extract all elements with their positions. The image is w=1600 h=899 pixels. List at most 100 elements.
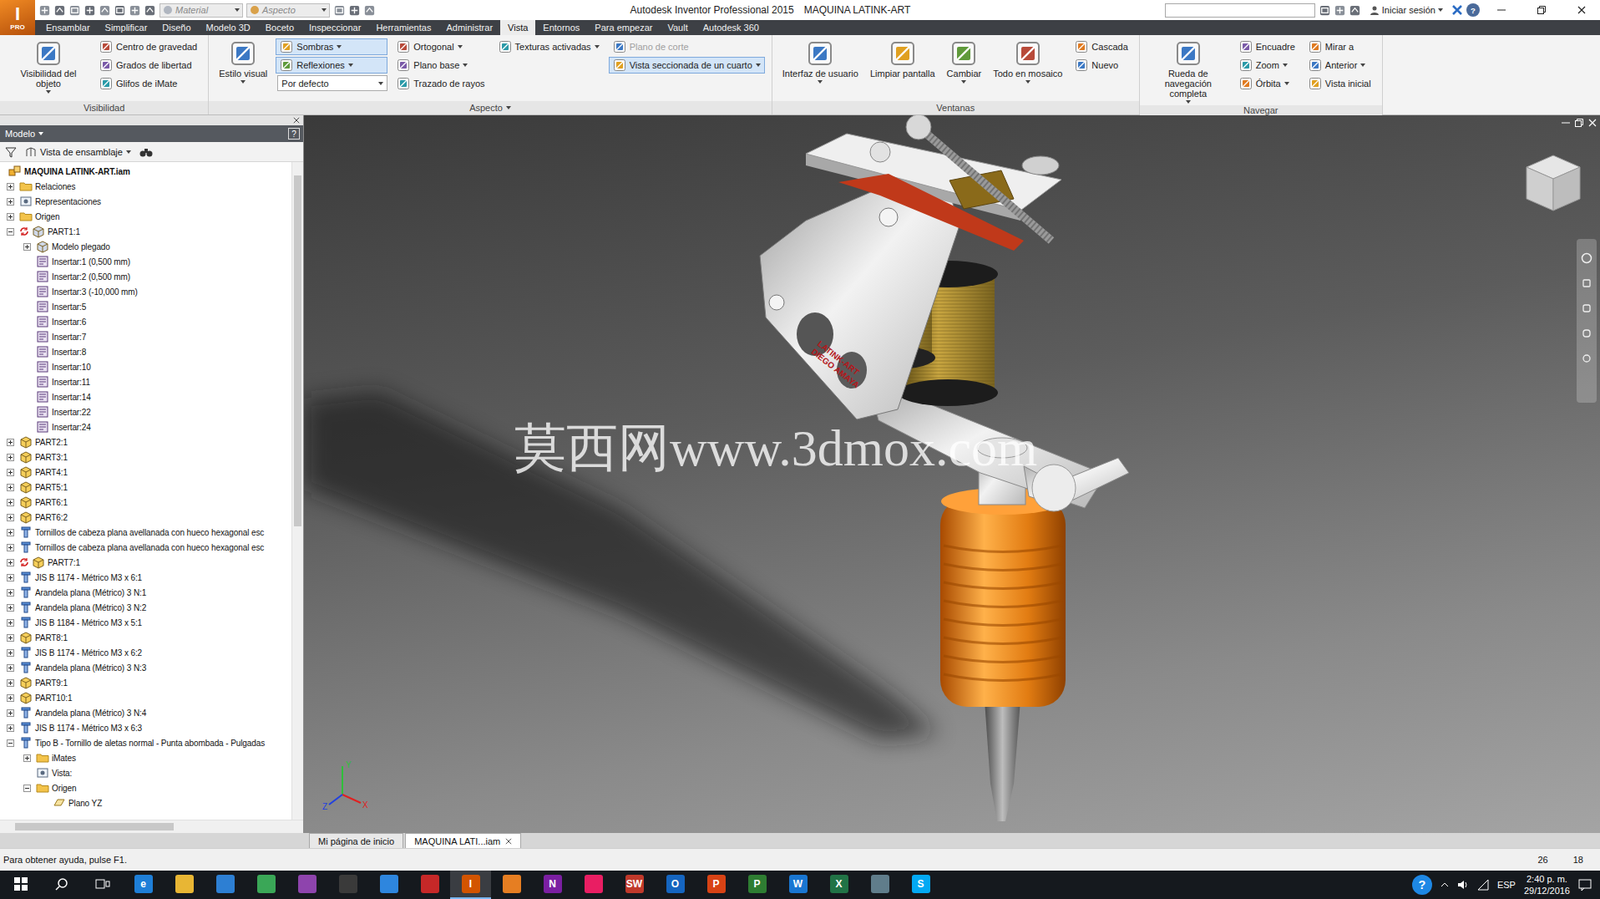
toolbar-icon[interactable] <box>83 4 97 17</box>
taskbar-app[interactable]: P <box>736 870 778 899</box>
tree-row[interactable]: PART7:1 <box>0 554 292 570</box>
ribbon-button[interactable]: Reflexiones <box>275 56 388 74</box>
exchange-icon[interactable] <box>1451 4 1464 16</box>
tree-expander[interactable] <box>3 453 17 461</box>
toolbar-icon[interactable] <box>38 4 51 17</box>
graphics-viewport[interactable]: LATINK-ARTDIEGO AMAYA莫西网www.3dmox.comXYZ <box>303 115 1600 833</box>
tree-row[interactable]: Vista: <box>0 764 292 780</box>
tree-expander[interactable] <box>3 513 17 522</box>
tree-row[interactable]: Plano YZ <box>0 794 292 811</box>
nav-tool-icon[interactable] <box>1580 252 1593 264</box>
toolbar-icon[interactable] <box>363 4 376 17</box>
ribbon-large-button[interactable]: Rueda de navegación completa <box>1146 38 1231 106</box>
toolbar-icon[interactable] <box>98 4 112 17</box>
tree-row[interactable]: PART2:1 <box>0 434 292 450</box>
tree-row[interactable]: Tipo B - Tornillo de aletas normal - Pun… <box>0 734 292 750</box>
tree-row[interactable]: PART8:1 <box>0 629 292 645</box>
tree-row[interactable]: Insertar:5 <box>0 298 292 314</box>
tree-row[interactable]: Tornillos de cabeza plana avellanada con… <box>0 524 292 540</box>
ribbon-tab[interactable]: Vista <box>500 20 536 36</box>
taskbar-app[interactable]: I <box>450 870 492 899</box>
nav-tool-icon[interactable] <box>1580 352 1593 365</box>
tree-expander[interactable] <box>20 784 34 792</box>
ribbon-tab[interactable]: Entornos <box>535 20 588 36</box>
material-dropdown[interactable]: Material <box>159 3 244 18</box>
ribbon-tab[interactable]: Simplificar <box>97 20 156 36</box>
toolbar-icon[interactable] <box>333 4 346 17</box>
tree-expander[interactable] <box>3 498 17 507</box>
ribbon-tab[interactable]: Herramientas <box>368 20 439 36</box>
speaker-icon[interactable] <box>1457 878 1469 891</box>
tree-row[interactable]: PART1:1 <box>0 223 292 239</box>
view-cube[interactable] <box>1518 148 1587 218</box>
ribbon-button[interactable]: Cascada <box>1070 38 1132 56</box>
taskbar-app[interactable] <box>859 870 901 899</box>
tree-expander[interactable] <box>20 754 34 762</box>
search-field[interactable] <box>1164 3 1316 18</box>
tree-expander[interactable] <box>3 558 17 567</box>
toolbar-icon[interactable] <box>1348 4 1362 17</box>
tree-expander[interactable] <box>3 618 17 627</box>
tree-row[interactable]: MAQUINA LATINK-ART.iam <box>0 163 292 179</box>
ribbon-large-button[interactable]: Interfaz de usuario <box>779 38 862 86</box>
browser-header[interactable]: Modelo? <box>0 125 304 142</box>
ribbon-large-button[interactable]: Visibilidad del objeto <box>6 38 91 96</box>
tree-expander[interactable] <box>3 693 17 702</box>
tree-expander[interactable] <box>20 243 34 251</box>
tree-row[interactable]: iMates <box>0 749 292 765</box>
tree-row[interactable]: PART5:1 <box>0 479 292 495</box>
tree-row[interactable]: JIS B 1184 - Métrico M3 x 5:1 <box>0 614 292 630</box>
tree-row[interactable]: Arandela plana (Métrico) 3 N:2 <box>0 599 292 615</box>
taskbar-app[interactable] <box>327 870 369 899</box>
tree-expander[interactable] <box>3 739 17 747</box>
start-button[interactable] <box>0 870 41 899</box>
tree-row[interactable]: PART6:1 <box>0 494 292 510</box>
taskbar-app[interactable]: N <box>531 870 573 899</box>
tree-row[interactable]: Insertar:14 <box>0 389 292 405</box>
toolbar-icon[interactable] <box>113 4 127 17</box>
tree-expander[interactable] <box>3 633 17 642</box>
toolbar-icon[interactable] <box>68 4 82 17</box>
ribbon-large-button[interactable]: Todo en mosaico <box>989 38 1066 86</box>
taskbar-app[interactable] <box>572 870 614 899</box>
ribbon-button[interactable]: Órbita <box>1235 75 1300 92</box>
view-dropdown[interactable]: Vista de ensamblaje <box>25 146 132 158</box>
tree-row[interactable]: PART3:1 <box>0 449 292 465</box>
tree-row[interactable]: Insertar:10 <box>0 359 292 375</box>
appearance-dropdown[interactable]: Aspecto <box>246 3 330 18</box>
network-icon[interactable] <box>1477 878 1489 891</box>
tree-row[interactable]: Insertar:2 (0,500 mm) <box>0 268 292 284</box>
document-tab[interactable]: Mi página de inicio <box>308 832 404 848</box>
tree-expander[interactable] <box>3 573 17 582</box>
ribbon-button[interactable]: Plano base <box>392 56 489 74</box>
ribbon-panel-label[interactable]: Aspecto <box>208 101 772 115</box>
tree-row[interactable]: Arandela plana (Métrico) 3 N:1 <box>0 584 292 600</box>
ribbon-tab[interactable]: Inspeccionar <box>301 20 369 36</box>
ribbon-tab[interactable]: Administrar <box>438 20 501 36</box>
document-tab[interactable]: MAQUINA LATI...iam <box>405 832 522 848</box>
taskbar-app[interactable]: X <box>818 870 860 899</box>
toolbar-icon[interactable] <box>1318 4 1332 17</box>
ribbon-button[interactable]: Vista seccionada de un cuarto <box>608 56 765 74</box>
minimize-icon[interactable] <box>1497 5 1506 15</box>
task-view-button[interactable] <box>81 870 123 899</box>
ribbon-large-button[interactable]: Estilo visual <box>215 38 271 86</box>
toolbar-icon[interactable] <box>53 4 66 17</box>
ribbon-tab[interactable]: Ensamblar <box>38 20 98 36</box>
binoculars-icon[interactable] <box>139 146 153 158</box>
nav-tool-icon[interactable] <box>1580 327 1593 340</box>
tree-row[interactable]: PART10:1 <box>0 689 292 705</box>
ribbon-button[interactable]: Nuevo <box>1070 56 1132 74</box>
tree-row[interactable]: Origen <box>0 208 292 224</box>
close-icon[interactable] <box>1588 118 1597 127</box>
ribbon-button[interactable]: Vista inicial <box>1304 75 1376 92</box>
close-icon[interactable] <box>505 837 512 845</box>
tree-expander[interactable] <box>3 212 17 221</box>
help-button[interactable]: ? <box>1466 3 1480 17</box>
tree-expander[interactable] <box>3 603 17 612</box>
ribbon-tab[interactable]: Vault <box>659 20 695 36</box>
ribbon-tab[interactable]: Diseño <box>154 20 198 36</box>
tree-row[interactable]: JIS B 1174 - Métrico M3 x 6:2 <box>0 644 292 660</box>
tree-row[interactable]: Insertar:7 <box>0 329 292 345</box>
ribbon-tab[interactable]: Autodesk 360 <box>695 20 767 36</box>
